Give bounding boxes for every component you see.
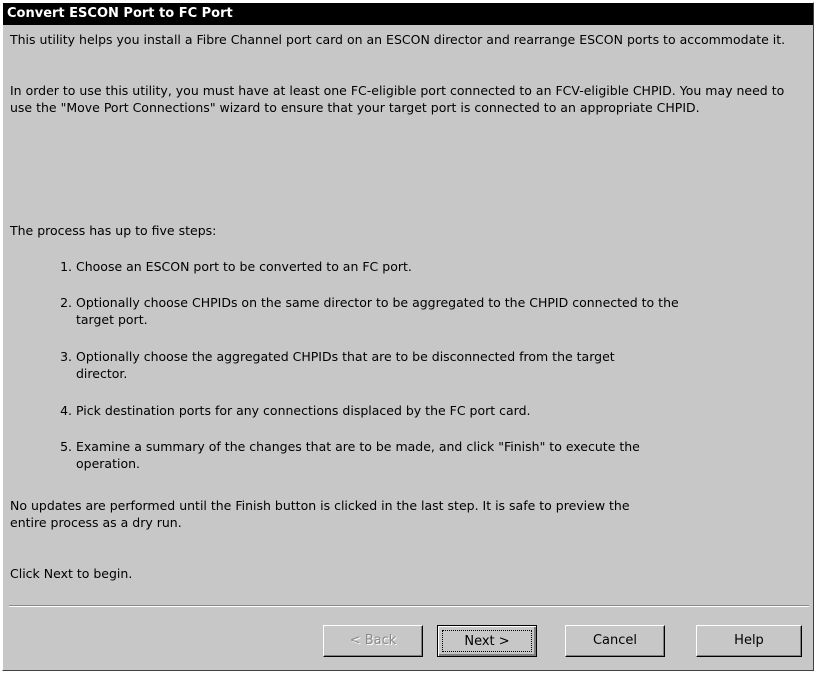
step-text: Pick destination ports for any connectio… bbox=[76, 403, 531, 418]
dry-run-note: No updates are performed until the Finis… bbox=[10, 498, 630, 530]
step-number: 1. bbox=[60, 259, 72, 274]
cancel-button[interactable]: Cancel bbox=[565, 625, 665, 657]
wizard-dialog: Convert ESCON Port to FC Port This utili… bbox=[2, 2, 814, 671]
begin-instruction: Click Next to begin. bbox=[10, 566, 133, 581]
step-text: Optionally choose the aggregated CHPIDs … bbox=[76, 349, 615, 381]
button-separator bbox=[9, 605, 809, 607]
next-button-label: Next > bbox=[442, 630, 532, 652]
step-text: Optionally choose CHPIDs on the same dir… bbox=[76, 295, 679, 327]
step-number: 3. bbox=[60, 349, 72, 364]
intro-paragraph-1: This utility helps you install a Fibre C… bbox=[10, 32, 786, 47]
step-item-2: 2. Optionally choose CHPIDs on the same … bbox=[60, 294, 686, 328]
step-number: 4. bbox=[60, 403, 72, 418]
step-item-3: 3. Optionally choose the aggregated CHPI… bbox=[60, 348, 636, 382]
intro-paragraph-2: In order to use this utility, you must h… bbox=[10, 83, 785, 115]
help-button[interactable]: Help bbox=[696, 625, 802, 657]
dialog-title: Convert ESCON Port to FC Port bbox=[3, 3, 813, 25]
step-text: Examine a summary of the changes that ar… bbox=[76, 439, 640, 471]
next-button[interactable]: Next > bbox=[437, 625, 537, 657]
steps-heading: The process has up to five steps: bbox=[10, 223, 217, 238]
step-item-1: 1. Choose an ESCON port to be converted … bbox=[60, 258, 716, 275]
back-button[interactable]: < Back bbox=[323, 625, 423, 657]
step-text: Choose an ESCON port to be converted to … bbox=[76, 259, 412, 274]
step-item-5: 5. Examine a summary of the changes that… bbox=[60, 438, 666, 472]
step-number: 5. bbox=[60, 439, 72, 454]
step-item-4: 4. Pick destination ports for any connec… bbox=[60, 402, 716, 419]
step-number: 2. bbox=[60, 295, 72, 310]
